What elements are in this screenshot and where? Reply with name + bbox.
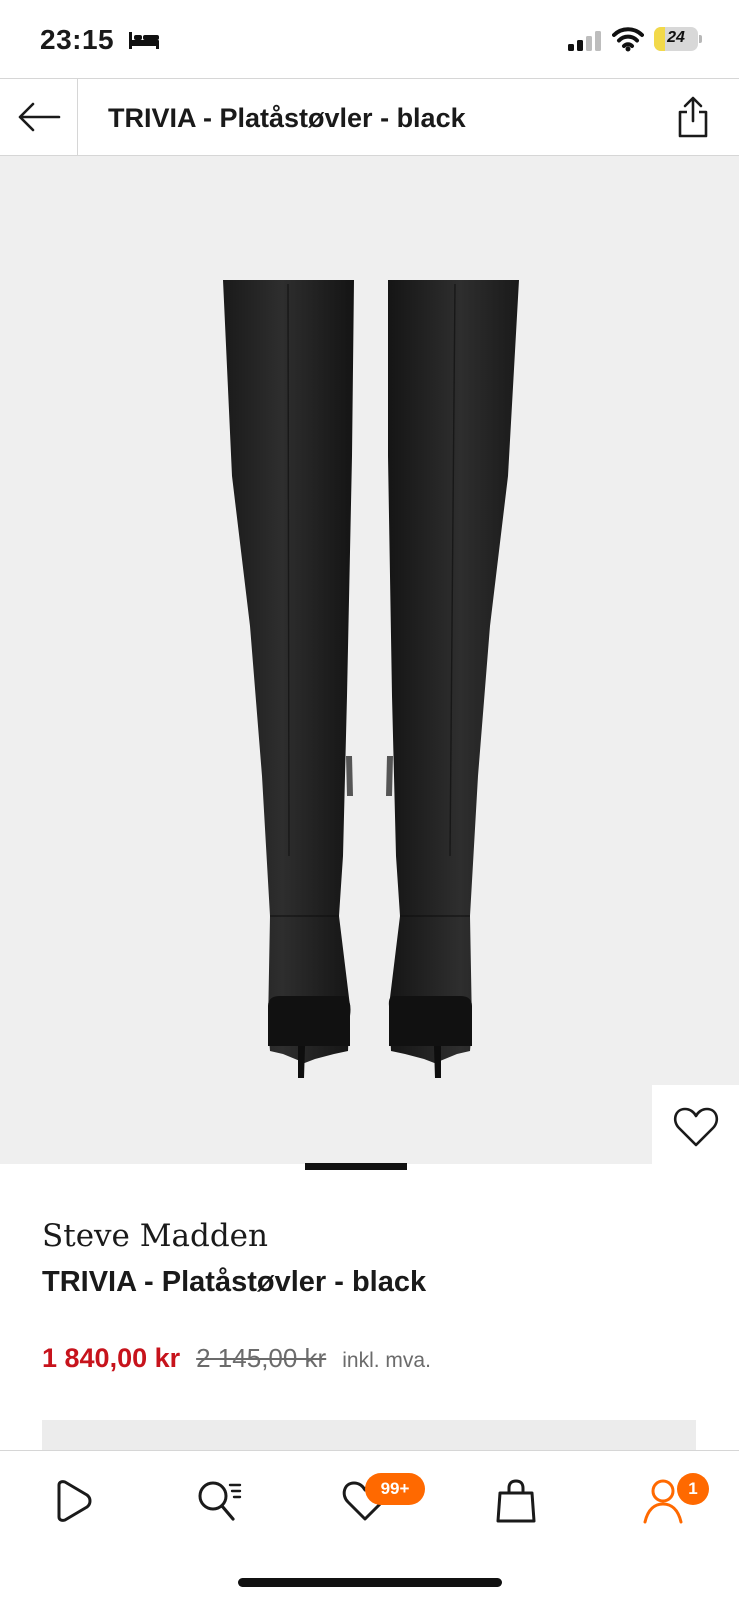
- bed-icon: [129, 32, 159, 49]
- nav-home[interactable]: [42, 1471, 102, 1531]
- signal-icon: [568, 31, 601, 51]
- search-list-icon: [198, 1481, 242, 1521]
- play-logo-icon: [57, 1480, 92, 1522]
- back-button[interactable]: [0, 79, 78, 155]
- size-selector[interactable]: [42, 1420, 696, 1450]
- price-original: 2 145,00 kr: [196, 1343, 327, 1373]
- shopping-bag-icon: [496, 1479, 536, 1523]
- brand-name[interactable]: Steve Madden: [42, 1218, 268, 1254]
- top-header: TRIVIA - Platåstøvler - black: [0, 78, 739, 156]
- share-button[interactable]: [671, 93, 715, 141]
- price-current: 1 840,00 kr: [42, 1343, 181, 1373]
- account-badge: 1: [677, 1473, 709, 1505]
- share-icon: [678, 96, 708, 138]
- nav-search[interactable]: [190, 1471, 250, 1531]
- status-time: 23:15: [40, 24, 115, 55]
- wishlist-count-badge: 99+: [365, 1473, 425, 1505]
- price-note: inkl. mva.: [342, 1349, 431, 1372]
- product-image[interactable]: [0, 156, 739, 1164]
- pager-indicator: [305, 1163, 407, 1170]
- wifi-icon: [612, 27, 644, 52]
- boots-image: [223, 280, 519, 1078]
- battery-level: 24: [667, 29, 685, 46]
- product-name: TRIVIA - Platåstøvler - black: [42, 1266, 427, 1298]
- price-row: 1 840,00 kr 2 145,00 kr inkl. mva.: [42, 1343, 431, 1374]
- home-indicator[interactable]: [238, 1578, 502, 1587]
- header-title: TRIVIA - Platåstøvler - black: [108, 103, 466, 133]
- wishlist-button[interactable]: [652, 1085, 739, 1169]
- status-bar: 23:15 24: [0, 0, 739, 78]
- nav-bag[interactable]: [486, 1471, 546, 1531]
- battery-icon: 24: [654, 27, 702, 51]
- heart-icon: [673, 1107, 718, 1147]
- arrow-left-icon: [18, 102, 60, 132]
